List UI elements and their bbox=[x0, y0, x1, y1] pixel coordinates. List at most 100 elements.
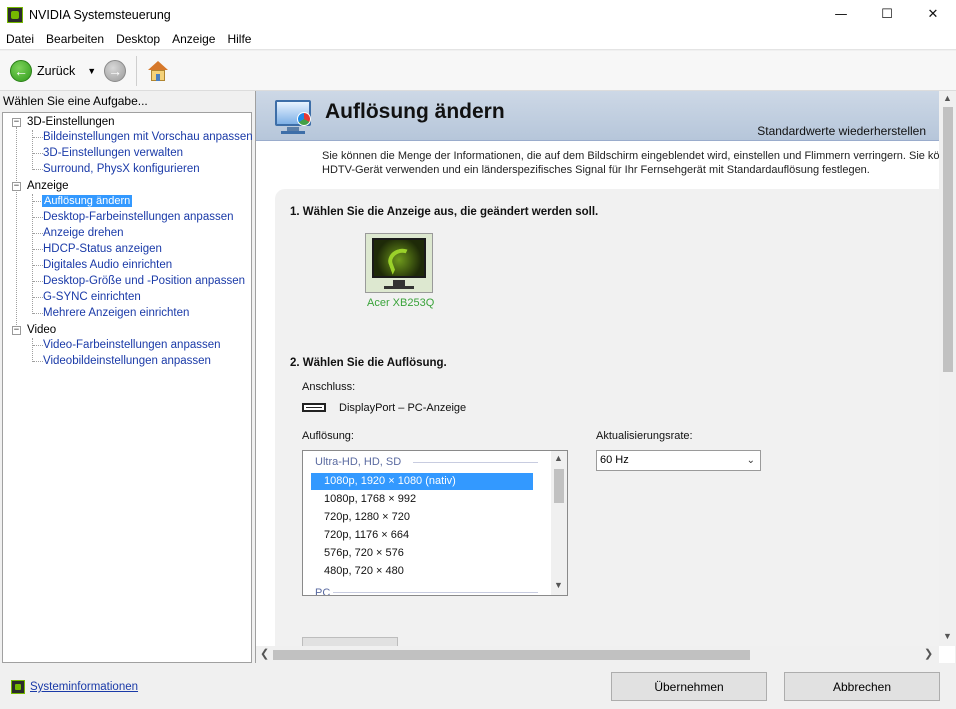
resolution-option[interactable]: 720p, 1176 × 664 bbox=[311, 527, 533, 544]
content-vertical-scrollbar[interactable]: ▲ ▼ bbox=[939, 91, 955, 646]
menu-anzeige[interactable]: Anzeige bbox=[166, 32, 221, 46]
tree-item-desktop-groesse[interactable]: Desktop-Größe und -Position anpassen bbox=[43, 273, 245, 289]
menu-bearbeiten[interactable]: Bearbeiten bbox=[40, 32, 110, 46]
scroll-left-icon[interactable]: ❮ bbox=[260, 647, 269, 660]
menu-hilfe[interactable]: Hilfe bbox=[221, 32, 257, 46]
tree-category-video[interactable]: Video bbox=[27, 322, 56, 338]
scroll-thumb[interactable] bbox=[273, 650, 750, 660]
tree-item-mehrere-anzeigen[interactable]: Mehrere Anzeigen einrichten bbox=[43, 305, 189, 321]
refresh-rate-label: Aktualisierungsrate: bbox=[596, 430, 693, 442]
home-icon[interactable] bbox=[147, 60, 169, 82]
close-button[interactable]: ✕ bbox=[910, 0, 956, 29]
resolution-option[interactable]: 480p, 720 × 480 bbox=[311, 563, 533, 580]
monitor-icon bbox=[372, 238, 426, 278]
intro-line: Sie können die Menge der Informationen, … bbox=[322, 150, 955, 162]
menu-desktop[interactable]: Desktop bbox=[110, 32, 166, 46]
tree-line bbox=[33, 361, 43, 362]
scroll-thumb[interactable] bbox=[554, 469, 564, 503]
back-arrow-icon[interactable]: ← bbox=[10, 59, 32, 82]
system-info-icon[interactable] bbox=[11, 680, 25, 694]
tree-item-anzeige-drehen[interactable]: Anzeige drehen bbox=[43, 225, 124, 241]
tree-category-3d[interactable]: 3D-Einstellungen bbox=[27, 114, 115, 130]
resolution-list[interactable]: Ultra-HD, HD, SD 1080p, 1920 × 1080 (nat… bbox=[302, 450, 568, 596]
resolution-group-header: Ultra-HD, HD, SD bbox=[315, 456, 402, 468]
back-button-label[interactable]: Zurück bbox=[37, 64, 75, 78]
tree-item-digitales-audio[interactable]: Digitales Audio einrichten bbox=[43, 257, 172, 273]
tree-line bbox=[33, 297, 43, 298]
collapse-icon[interactable]: − bbox=[12, 326, 21, 335]
content-horizontal-scrollbar[interactable]: ❮ ❯ bbox=[256, 646, 939, 663]
tree-line bbox=[33, 281, 43, 282]
tree-category-anzeige[interactable]: Anzeige bbox=[27, 178, 69, 194]
resolution-option[interactable]: 576p, 720 × 576 bbox=[311, 545, 533, 562]
resolution-option[interactable]: 1080p, 1768 × 992 bbox=[311, 491, 533, 508]
resolution-group-header: PC bbox=[315, 587, 331, 596]
scroll-right-icon[interactable]: ❯ bbox=[924, 647, 933, 660]
connection-label: Anschluss: bbox=[302, 381, 356, 393]
tree-item-bildeinstellungen[interactable]: Bildeinstellungen mit Vorschau anpassen bbox=[43, 129, 253, 145]
displayport-icon bbox=[302, 403, 326, 412]
tree-line bbox=[33, 313, 43, 314]
resolution-option[interactable]: 1080p, 1920 × 1080 (nativ) bbox=[311, 473, 533, 490]
content-pane: Auflösung ändern Standardwerte wiederher… bbox=[255, 91, 955, 663]
scroll-thumb[interactable] bbox=[943, 107, 953, 372]
tree-line bbox=[32, 194, 33, 314]
tree-item-video-farbe[interactable]: Video-Farbeinstellungen anpassen bbox=[43, 337, 221, 353]
scroll-down-icon[interactable]: ▼ bbox=[554, 580, 563, 590]
section1-heading: 1. Wählen Sie die Anzeige aus, die geänd… bbox=[290, 206, 599, 218]
tree-line bbox=[33, 217, 43, 218]
chevron-down-icon[interactable]: ▼ bbox=[87, 66, 96, 76]
group-divider bbox=[333, 592, 538, 593]
restore-defaults-link[interactable]: Standardwerte wiederherstellen bbox=[757, 124, 926, 138]
scroll-down-icon[interactable]: ▼ bbox=[943, 631, 952, 641]
menu-bar: Datei Bearbeiten Desktop Anzeige Hilfe bbox=[0, 29, 956, 50]
tree-item-gsync[interactable]: G-SYNC einrichten bbox=[43, 289, 141, 305]
collapse-icon[interactable]: − bbox=[12, 182, 21, 191]
menu-datei[interactable]: Datei bbox=[0, 32, 40, 46]
tree-line bbox=[33, 233, 43, 234]
group-divider bbox=[413, 462, 538, 463]
apply-button[interactable]: Übernehmen bbox=[611, 672, 767, 701]
collapse-icon[interactable]: − bbox=[12, 118, 21, 127]
refresh-rate-value: 60 Hz bbox=[600, 454, 629, 466]
chevron-down-icon: ⌄ bbox=[746, 455, 755, 466]
tree-line bbox=[33, 137, 43, 138]
display-name[interactable]: Acer XB253Q bbox=[367, 297, 434, 309]
tree-line bbox=[33, 345, 43, 346]
resolution-option[interactable]: 720p, 1280 × 720 bbox=[311, 509, 533, 526]
task-tree: − 3D-Einstellungen Bildeinstellungen mit… bbox=[2, 112, 253, 663]
cancel-button[interactable]: Abbrechen bbox=[784, 672, 940, 701]
section2-heading: 2. Wählen Sie die Auflösung. bbox=[290, 357, 447, 369]
resolution-label: Auflösung: bbox=[302, 430, 354, 442]
page-header: Auflösung ändern Standardwerte wiederher… bbox=[256, 91, 939, 141]
tree-line bbox=[33, 153, 43, 154]
scroll-up-icon[interactable]: ▲ bbox=[943, 93, 952, 103]
tree-item-hdcp-status[interactable]: HDCP-Status anzeigen bbox=[43, 241, 162, 257]
tree-item-videobild[interactable]: Videobildeinstellungen anpassen bbox=[43, 353, 211, 369]
maximize-button[interactable]: ☐ bbox=[864, 0, 910, 29]
title-bar: NVIDIA Systemsteuerung — ☐ ✕ bbox=[0, 0, 956, 29]
intro-line: HDTV-Gerät verwenden und ein länderspezi… bbox=[322, 164, 870, 176]
tree-line bbox=[32, 130, 33, 170]
tree-line bbox=[32, 338, 33, 362]
refresh-rate-select[interactable]: 60 Hz ⌄ bbox=[596, 450, 761, 471]
display-settings-icon bbox=[271, 98, 315, 136]
tree-item-aufloesung-aendern[interactable]: Auflösung ändern bbox=[42, 193, 133, 209]
window-controls: — ☐ ✕ bbox=[818, 0, 956, 29]
tree-item-desktop-farbe[interactable]: Desktop-Farbeinstellungen anpassen bbox=[43, 209, 234, 225]
window-title: NVIDIA Systemsteuerung bbox=[29, 7, 171, 22]
display-tile[interactable] bbox=[365, 233, 433, 293]
tree-line bbox=[16, 127, 17, 335]
task-prompt: Wählen Sie eine Aufgabe... bbox=[3, 94, 148, 108]
tree-item-surround-physx[interactable]: Surround, PhysX konfigurieren bbox=[43, 161, 200, 177]
scroll-up-icon[interactable]: ▲ bbox=[554, 453, 563, 463]
nvidia-app-icon bbox=[7, 6, 23, 23]
tree-line bbox=[33, 169, 43, 170]
minimize-button[interactable]: — bbox=[818, 0, 864, 29]
list-scrollbar[interactable]: ▲ ▼ bbox=[551, 451, 567, 595]
forward-arrow-icon[interactable]: → bbox=[104, 59, 127, 82]
page-title: Auflösung ändern bbox=[325, 100, 505, 123]
tree-item-3d-verwalten[interactable]: 3D-Einstellungen verwalten bbox=[43, 145, 183, 161]
system-info-link[interactable]: Systeminformationen bbox=[30, 681, 138, 693]
connection-value: DisplayPort – PC-Anzeige bbox=[339, 402, 467, 414]
